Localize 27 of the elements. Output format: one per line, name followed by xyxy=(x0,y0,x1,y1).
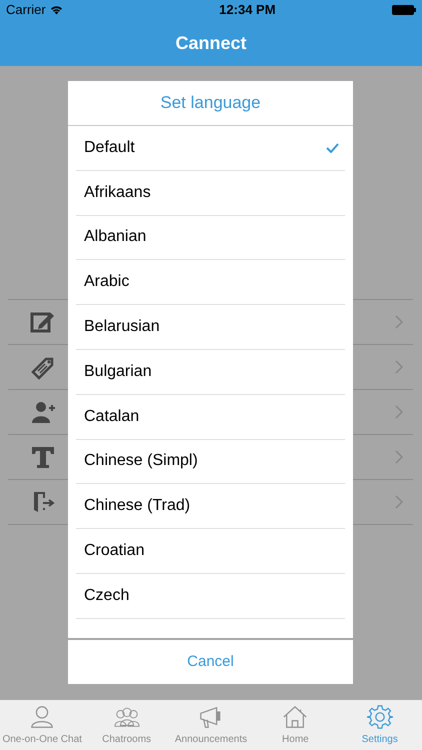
house-icon xyxy=(282,704,308,730)
app-title: Cannect xyxy=(175,32,246,54)
language-option[interactable]: Czech xyxy=(76,574,345,619)
language-option[interactable]: Chinese (Simpl) xyxy=(76,440,345,484)
language-option[interactable]: Croatian xyxy=(76,529,345,574)
clock-time: 12:34 PM xyxy=(219,1,276,20)
battery-icon xyxy=(392,5,416,15)
text-icon xyxy=(30,444,56,470)
language-option[interactable]: Chinese (Trad) xyxy=(76,484,345,530)
language-option[interactable]: Bulgarian xyxy=(76,350,345,395)
language-option[interactable]: Belarusian xyxy=(76,305,345,350)
chevron-icon xyxy=(395,360,403,374)
dialog-title: Set language xyxy=(160,92,261,114)
person-icon xyxy=(29,704,56,730)
language-option[interactable]: Default xyxy=(76,126,345,171)
add-user-icon xyxy=(30,399,56,425)
chevron-icon xyxy=(395,450,403,464)
language-option[interactable]: Arabic xyxy=(76,260,345,306)
language-option[interactable]: Catalan xyxy=(76,394,345,440)
settings-icon xyxy=(366,704,393,730)
wifi-icon xyxy=(50,5,63,15)
chevron-icon xyxy=(395,405,403,419)
language-option[interactable]: Albanian xyxy=(76,216,345,260)
language-option[interactable]: Afrikaans xyxy=(76,170,345,216)
chevron-icon xyxy=(395,315,403,329)
chevron-icon xyxy=(395,495,403,509)
carrier-label: Carrier xyxy=(6,1,46,20)
